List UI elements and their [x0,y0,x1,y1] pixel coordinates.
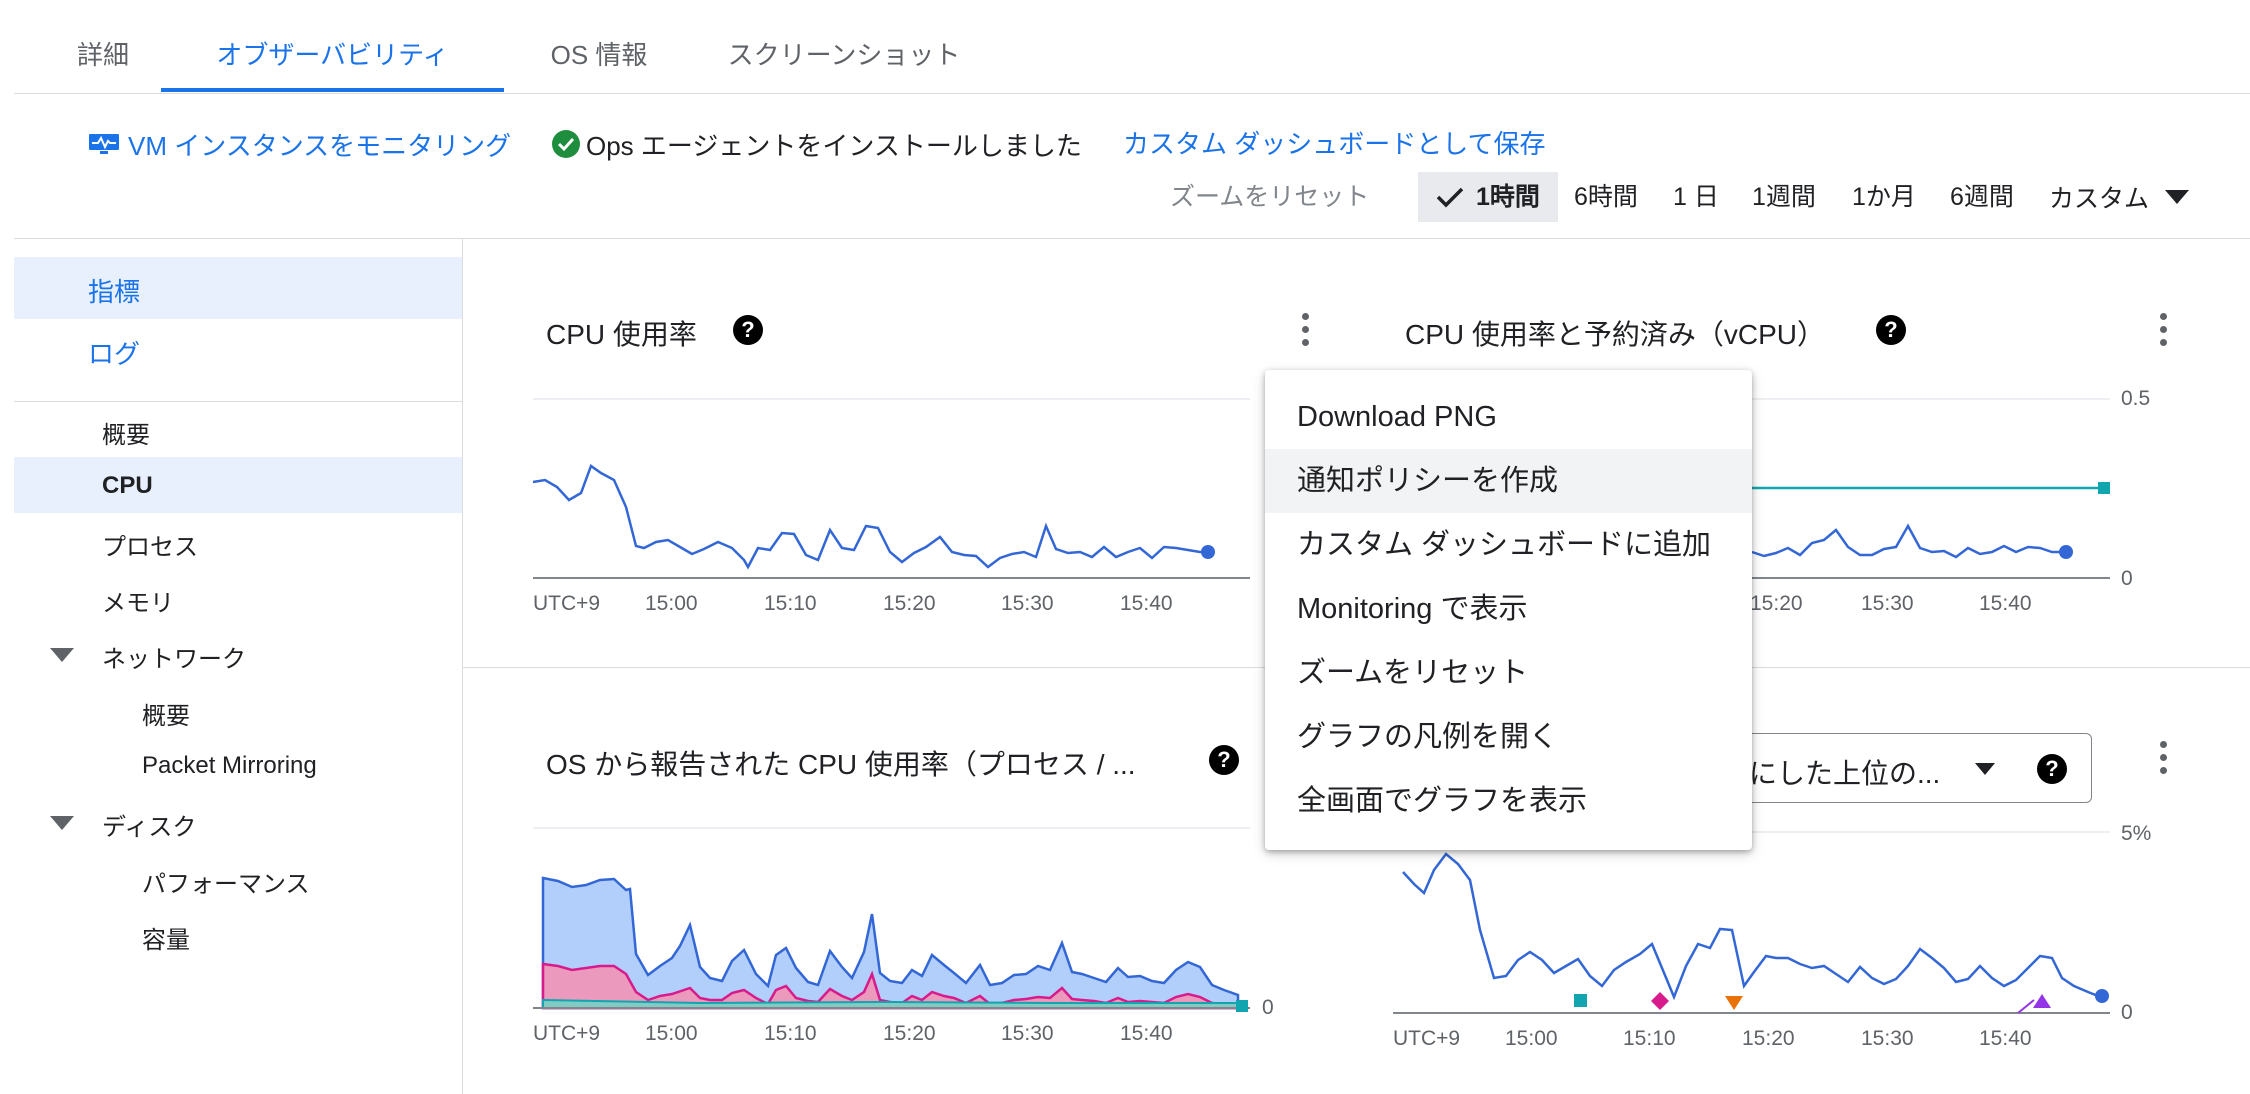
y-tick-4-top: 5% [2121,822,2152,845]
top-process-line [1402,852,2099,1001]
x-tz-label-1: UTC+9 [533,592,601,615]
series-marker-teal [1574,994,1587,1007]
x-tick-2-3: 15:30 [1861,592,1914,615]
menu-view-in-monitoring[interactable]: Monitoring で表示 [1265,577,1752,641]
cpu-util-line [532,464,1210,570]
os-cpu-area-blue [541,876,1240,1010]
x-tick-4-0: 15:00 [1505,1027,1558,1050]
x-tz-label-3: UTC+9 [533,1022,601,1045]
cpu-reserved-endpoint [2059,545,2073,559]
y-tick-4-bottom: 0 [2121,1001,2133,1024]
x-tick-4-1: 15:10 [1623,1027,1676,1050]
x-tick-3-4: 15:40 [1120,1022,1173,1045]
y-tick-3-bottom: 0 [1262,996,1274,1019]
x-tick-1-2: 15:20 [883,592,936,615]
os-cpu-chart [533,827,1250,1012]
top-process-endpoint [2095,989,2109,1003]
os-cpu-endpoint [1236,1000,1248,1012]
x-tick-4-4: 15:40 [1979,1027,2032,1050]
x-tick-2-4: 15:40 [1979,592,2032,615]
series-marker-purple [2033,994,2051,1008]
y-tick-2-bottom: 0 [2121,567,2133,590]
menu-fullscreen[interactable]: 全画面でグラフを表示 [1265,769,1752,833]
series-marker-pink [1651,992,1669,1010]
chart-context-menu: Download PNG 通知ポリシーを作成 カスタム ダッシュボードに追加 M… [1265,370,1752,850]
series-marker-orange [1725,996,1743,1010]
cpu-reserved-line [1751,523,2064,559]
x-tick-3-3: 15:30 [1001,1022,1054,1045]
series-line-purple [2017,999,2035,1014]
x-tick-3-0: 15:00 [645,1022,698,1045]
y-tick-2-top: 0.5 [2121,387,2151,410]
x-tick-3-1: 15:10 [764,1022,817,1045]
x-tick-3-2: 15:20 [883,1022,936,1045]
cpu-util-chart [532,398,1250,579]
x-tick-1-1: 15:10 [764,592,817,615]
x-tick-1-4: 15:40 [1120,592,1173,615]
cpu-util-endpoint [1201,545,1215,559]
x-tick-4-3: 15:30 [1861,1027,1914,1050]
charts-layer [532,398,2110,1014]
menu-reset-zoom[interactable]: ズームをリセット [1265,641,1752,705]
x-tick-1-3: 15:30 [1001,592,1054,615]
menu-open-legend[interactable]: グラフの凡例を開く [1265,705,1752,769]
menu-download-png[interactable]: Download PNG [1265,385,1752,449]
x-tick-2-2: 15:20 [1750,592,1803,615]
menu-add-to-dashboard[interactable]: カスタム ダッシュボードに追加 [1265,513,1752,577]
menu-create-alert-policy[interactable]: 通知ポリシーを作成 [1265,449,1752,513]
top-process-chart [1393,831,2110,1014]
x-tick-1-0: 15:00 [645,592,698,615]
reserved-endpoint [2098,482,2110,494]
x-tz-label-4: UTC+9 [1393,1027,1461,1050]
x-tick-4-2: 15:20 [1742,1027,1795,1050]
